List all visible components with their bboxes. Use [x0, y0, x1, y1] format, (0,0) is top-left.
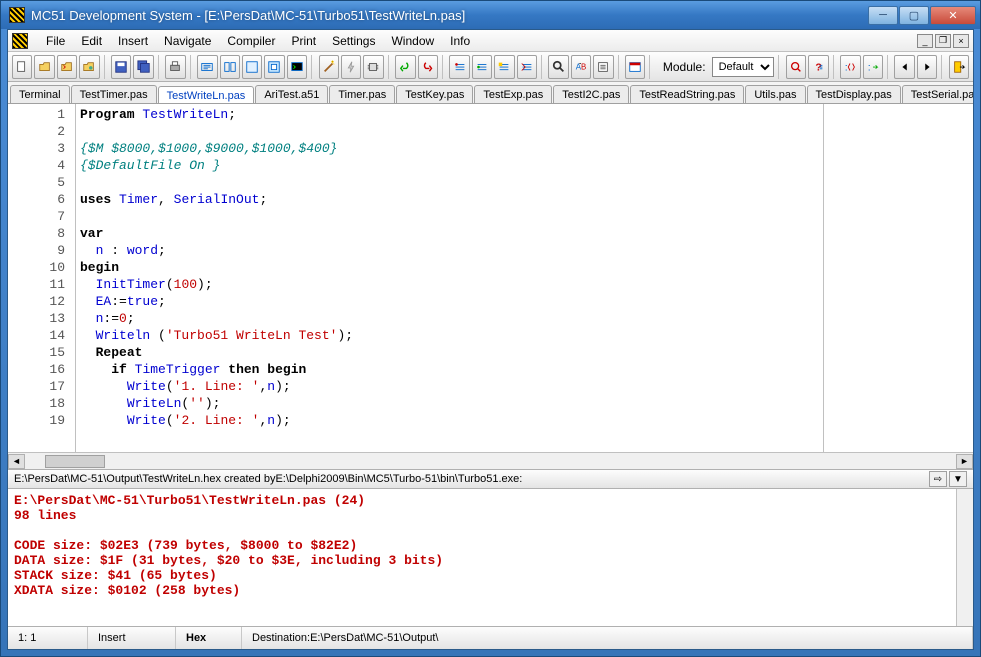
tabstrip: TerminalTestTimer.pasTestWriteLn.pasAriT…	[8, 82, 973, 104]
new-file-button[interactable]	[12, 55, 32, 79]
brackets-button[interactable]: :	[840, 55, 860, 79]
app-icon	[9, 7, 25, 23]
mdi-close-button[interactable]: ×	[953, 34, 969, 48]
print-button[interactable]	[165, 55, 185, 79]
next-button[interactable]	[917, 55, 937, 79]
tool-b-button[interactable]	[220, 55, 240, 79]
scroll-left-button[interactable]: ◄	[8, 454, 25, 469]
undo-button[interactable]	[395, 55, 415, 79]
toggle-3-button[interactable]	[494, 55, 514, 79]
line-gutter: 12345678910111213141516171819	[8, 104, 76, 452]
save-button[interactable]	[111, 55, 131, 79]
message-line	[14, 523, 967, 538]
menu-file[interactable]: File	[38, 32, 73, 50]
menu-settings[interactable]: Settings	[324, 32, 383, 50]
close-button[interactable]: ✕	[930, 6, 976, 25]
toggle-1-button[interactable]	[449, 55, 469, 79]
status-destination: Destination:E:\PersDat\MC-51\Output\	[242, 627, 973, 649]
menu-insert[interactable]: Insert	[110, 32, 156, 50]
svg-text:?: ?	[816, 61, 822, 73]
goto-button[interactable]: :	[863, 55, 883, 79]
calendar-button[interactable]	[625, 55, 645, 79]
toggle-2-button[interactable]	[472, 55, 492, 79]
menu-icon	[12, 33, 28, 49]
module-select[interactable]: Default	[712, 57, 775, 77]
exit-button[interactable]	[949, 55, 969, 79]
messages-panel[interactable]: E:\PersDat\MC-51\Turbo51\TestWriteLn.pas…	[8, 489, 973, 627]
menu-navigate[interactable]: Navigate	[156, 32, 219, 50]
menu-edit[interactable]: Edit	[73, 32, 110, 50]
menu-print[interactable]: Print	[283, 32, 324, 50]
horizontal-scrollbar[interactable]: ◄ ►	[8, 452, 973, 469]
statusbar: 1: 1 Insert Hex Destination:E:\PersDat\M…	[8, 627, 973, 649]
toggle-4-button[interactable]	[517, 55, 537, 79]
tool-c-button[interactable]	[242, 55, 262, 79]
chip-button[interactable]	[363, 55, 383, 79]
flash-button[interactable]	[341, 55, 361, 79]
tab-terminal[interactable]: Terminal	[10, 85, 70, 103]
status-view[interactable]: Hex	[176, 627, 242, 649]
message-line: DATA size: $1F (31 bytes, $20 to $3E, in…	[14, 553, 967, 568]
messages-dropdown-button[interactable]: ▼	[949, 471, 967, 487]
replace-button[interactable]: AB	[571, 55, 591, 79]
save-all-button[interactable]	[133, 55, 153, 79]
find-2-button[interactable]	[786, 55, 806, 79]
wand-button[interactable]	[319, 55, 339, 79]
message-line: CODE size: $02E3 (739 bytes, $8000 to $8…	[14, 538, 967, 553]
menu-button[interactable]	[593, 55, 613, 79]
mdi-minimize-button[interactable]: _	[917, 34, 933, 48]
tab-utils-pas[interactable]: Utils.pas	[745, 85, 805, 103]
find-button[interactable]	[548, 55, 568, 79]
redo-button[interactable]	[418, 55, 438, 79]
tool-a-button[interactable]	[197, 55, 217, 79]
prev-button[interactable]	[894, 55, 914, 79]
tab-testserial-pas[interactable]: TestSerial.pas	[902, 85, 973, 103]
window-title: MC51 Development System - [E:\PersDat\MC…	[31, 8, 868, 23]
message-line: XDATA size: $0102 (258 bytes)	[14, 583, 967, 598]
tab-testwriteln-pas[interactable]: TestWriteLn.pas	[158, 86, 255, 104]
open-file-2-button[interactable]	[57, 55, 77, 79]
minimize-button[interactable]: ─	[868, 6, 898, 25]
scroll-right-button[interactable]: ►	[956, 454, 973, 469]
code-editor[interactable]: 12345678910111213141516171819 Program Te…	[8, 104, 973, 452]
menubar: FileEditInsertNavigateCompilerPrintSetti…	[8, 30, 973, 52]
menu-info[interactable]: Info	[442, 32, 478, 50]
side-panel	[823, 104, 973, 452]
tool-d-button[interactable]	[264, 55, 284, 79]
svg-text:B: B	[581, 62, 586, 71]
tab-timer-pas[interactable]: Timer.pas	[329, 85, 395, 103]
open-file-button[interactable]	[34, 55, 54, 79]
maximize-button[interactable]: ▢	[899, 6, 929, 25]
menu-compiler[interactable]: Compiler	[219, 32, 283, 50]
svg-text::: :	[867, 61, 870, 73]
terminal-button[interactable]	[287, 55, 307, 79]
messages-path: E:\PersDat\MC-51\Output\TestWriteLn.hex …	[14, 473, 522, 485]
tab-testexp-pas[interactable]: TestExp.pas	[474, 85, 552, 103]
menu-window[interactable]: Window	[383, 32, 442, 50]
message-line: E:\PersDat\MC-51\Turbo51\TestWriteLn.pas…	[14, 493, 967, 508]
tab-aritest-a51[interactable]: AriTest.a51	[255, 85, 328, 103]
tab-testdisplay-pas[interactable]: TestDisplay.pas	[807, 85, 901, 103]
module-label: Module:	[663, 60, 706, 74]
toolbar: AB Module: Default ? : :	[8, 52, 973, 82]
titlebar[interactable]: MC51 Development System - [E:\PersDat\MC…	[1, 1, 980, 29]
svg-text::: :	[845, 61, 848, 73]
status-mode: Insert	[88, 627, 176, 649]
mdi-restore-button[interactable]: ❐	[935, 34, 951, 48]
code-area[interactable]: Program TestWriteLn;{$M $8000,$1000,$900…	[76, 104, 823, 452]
status-position: 1: 1	[8, 627, 88, 649]
tab-testtimer-pas[interactable]: TestTimer.pas	[71, 85, 157, 103]
help-button[interactable]: ?	[808, 55, 828, 79]
tab-testkey-pas[interactable]: TestKey.pas	[396, 85, 473, 103]
open-file-3-button[interactable]	[79, 55, 99, 79]
messages-goto-button[interactable]: ⇨	[929, 471, 947, 487]
main-window: MC51 Development System - [E:\PersDat\MC…	[0, 0, 981, 657]
tab-testreadstring-pas[interactable]: TestReadString.pas	[630, 85, 744, 103]
message-line: STACK size: $41 (65 bytes)	[14, 568, 967, 583]
tab-testi2c-pas[interactable]: TestI2C.pas	[553, 85, 629, 103]
message-line: 98 lines	[14, 508, 967, 523]
messages-header: E:\PersDat\MC-51\Output\TestWriteLn.hex …	[8, 469, 973, 489]
scroll-thumb[interactable]	[45, 455, 105, 468]
messages-vscroll[interactable]	[956, 489, 973, 626]
